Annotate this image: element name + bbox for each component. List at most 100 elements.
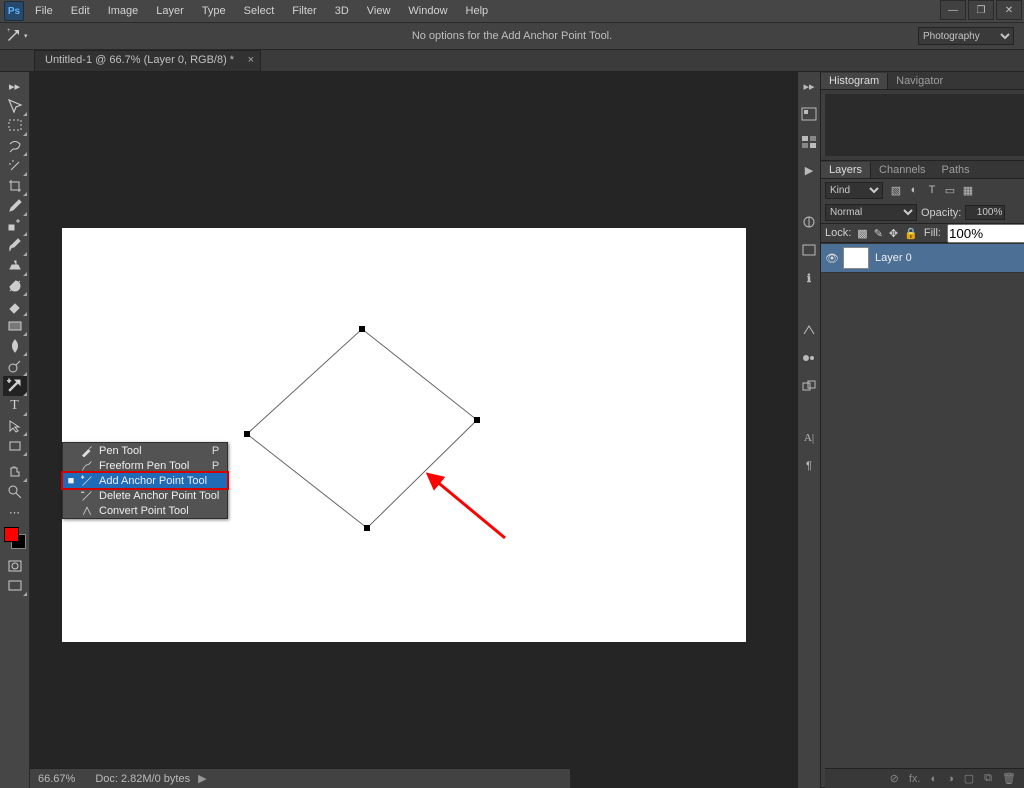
filter-type-icon[interactable]: T bbox=[925, 184, 939, 197]
path-selection-tool[interactable] bbox=[3, 416, 27, 436]
opacity-input[interactable] bbox=[965, 205, 1005, 220]
history-brush-tool[interactable] bbox=[3, 276, 27, 296]
tab-layers[interactable]: Layers bbox=[821, 162, 871, 178]
lasso-tool[interactable] bbox=[3, 136, 27, 156]
document-viewport[interactable]: Pen Tool P Freeform Pen Tool P ■ + Add A… bbox=[30, 72, 797, 788]
layer-filter-kind[interactable]: Kind bbox=[825, 182, 883, 199]
adjustment-layer-icon[interactable]: ◑ bbox=[947, 773, 954, 785]
lock-position-icon[interactable]: ✥ bbox=[889, 227, 898, 240]
menu-help[interactable]: Help bbox=[459, 2, 496, 20]
flyout-delete-anchor-point-tool[interactable]: − Delete Anchor Point Tool bbox=[63, 488, 227, 503]
paragraph-panel-icon[interactable]: ¶ bbox=[798, 456, 820, 476]
close-tab-icon[interactable]: × bbox=[248, 54, 254, 66]
flyout-freeform-pen-tool[interactable]: Freeform Pen Tool P bbox=[63, 458, 227, 473]
zoom-tool[interactable] bbox=[3, 482, 27, 502]
tab-navigator[interactable]: Navigator bbox=[888, 73, 951, 89]
brush-tool[interactable] bbox=[3, 236, 27, 256]
menu-filter[interactable]: Filter bbox=[285, 2, 323, 20]
link-layers-icon[interactable]: ⊘ bbox=[890, 772, 899, 785]
window-minimize-button[interactable]: — bbox=[940, 0, 966, 20]
blur-tool[interactable] bbox=[3, 336, 27, 356]
filter-smart-icon[interactable]: ▦ bbox=[961, 184, 975, 197]
menu-window[interactable]: Window bbox=[401, 2, 454, 20]
adjustments-panel-icon[interactable] bbox=[798, 212, 820, 232]
svg-text:+: + bbox=[81, 475, 84, 481]
crop-tool[interactable] bbox=[3, 176, 27, 196]
actions-panel-icon[interactable]: ▶ bbox=[798, 160, 820, 180]
new-layer-icon[interactable]: ⧉ bbox=[984, 772, 992, 785]
tab-histogram[interactable]: Histogram bbox=[821, 73, 888, 89]
double-arrow-icon[interactable]: ▸▸ bbox=[3, 76, 27, 96]
clone-source-panel-icon[interactable] bbox=[798, 376, 820, 396]
foreground-color-swatch[interactable] bbox=[4, 527, 19, 542]
new-group-icon[interactable]: ▢ bbox=[964, 772, 974, 785]
visibility-eye-icon[interactable]: 👁 bbox=[821, 252, 843, 265]
eraser-tool[interactable] bbox=[3, 296, 27, 316]
rectangle-tool[interactable] bbox=[3, 436, 27, 456]
lock-pixels-icon[interactable]: ✎ bbox=[874, 227, 883, 240]
lock-all-icon[interactable]: 🔒 bbox=[904, 227, 918, 240]
layer-thumbnail[interactable] bbox=[843, 247, 869, 269]
gradient-tool[interactable] bbox=[3, 316, 27, 336]
brush-settings-panel-icon[interactable] bbox=[798, 320, 820, 340]
pen-tool[interactable]: + bbox=[3, 376, 27, 396]
app-logo: Ps bbox=[4, 1, 24, 21]
lock-transparency-icon[interactable]: ▩ bbox=[857, 227, 867, 240]
flyout-pen-tool[interactable]: Pen Tool P bbox=[63, 443, 227, 458]
magic-wand-tool[interactable] bbox=[3, 156, 27, 176]
screen-mode-icon[interactable] bbox=[3, 576, 27, 596]
eyedropper-tool[interactable] bbox=[3, 196, 27, 216]
flyout-add-anchor-point-tool[interactable]: ■ + Add Anchor Point Tool bbox=[62, 472, 228, 489]
canvas[interactable] bbox=[62, 228, 746, 642]
clone-stamp-tool[interactable] bbox=[3, 256, 27, 276]
color-panel-icon[interactable] bbox=[798, 104, 820, 124]
filter-pixel-icon[interactable]: ▧ bbox=[889, 184, 903, 197]
window-restore-button[interactable]: ❐ bbox=[968, 0, 994, 20]
document-tab[interactable]: Untitled-1 @ 66.7% (Layer 0, RGB/8) * × bbox=[34, 50, 261, 71]
edit-toolbar-icon[interactable]: ⋯ bbox=[3, 502, 27, 522]
quick-mask-icon[interactable] bbox=[3, 556, 27, 576]
workspace-selector[interactable]: Photography bbox=[918, 27, 1014, 45]
type-tool[interactable]: T bbox=[3, 396, 27, 416]
hand-tool[interactable] bbox=[3, 462, 27, 482]
menu-type[interactable]: Type bbox=[195, 2, 233, 20]
menu-select[interactable]: Select bbox=[237, 2, 282, 20]
delete-layer-icon[interactable]: 🗑 bbox=[1002, 772, 1016, 785]
healing-brush-tool[interactable] bbox=[3, 216, 27, 236]
menu-3d[interactable]: 3D bbox=[328, 2, 356, 20]
swatches-panel-icon[interactable] bbox=[798, 132, 820, 152]
tab-channels[interactable]: Channels bbox=[871, 162, 933, 178]
status-play-icon[interactable]: ▶ bbox=[198, 772, 206, 785]
filter-shape-icon[interactable]: ▭ bbox=[943, 184, 957, 197]
expand-panels-icon[interactable]: ▸▸ bbox=[798, 76, 820, 96]
layer-row[interactable]: 👁 Layer 0 bbox=[821, 243, 1024, 273]
menu-edit[interactable]: Edit bbox=[64, 2, 97, 20]
styles-panel-icon[interactable] bbox=[798, 240, 820, 260]
filter-adjust-icon[interactable]: ◐ bbox=[907, 184, 921, 197]
menu-view[interactable]: View bbox=[360, 2, 398, 20]
blend-mode-select[interactable]: Normal bbox=[825, 204, 917, 221]
fill-input[interactable] bbox=[947, 224, 1024, 243]
add-mask-icon[interactable]: ◐ bbox=[930, 773, 937, 785]
move-tool[interactable] bbox=[3, 96, 27, 116]
color-swatches[interactable] bbox=[3, 526, 27, 550]
info-panel-icon[interactable]: ℹ bbox=[798, 268, 820, 288]
flyout-convert-point-tool[interactable]: Convert Point Tool bbox=[63, 503, 227, 518]
layers-panel: Layers Channels Paths ≡ Kind ▧ ◐ T ▭ ▦ bbox=[821, 161, 1024, 788]
layers-panel-footer: ⊘ fx. ◐ ◑ ▢ ⧉ 🗑 bbox=[825, 768, 1024, 788]
character-panel-icon[interactable]: A| bbox=[798, 428, 820, 448]
status-zoom[interactable]: 66.67% bbox=[38, 773, 75, 785]
status-doc-size[interactable]: Doc: 2.82M/0 bytes bbox=[95, 773, 190, 785]
dodge-tool[interactable] bbox=[3, 356, 27, 376]
document-tabs: Untitled-1 @ 66.7% (Layer 0, RGB/8) * × bbox=[0, 50, 1024, 72]
layer-name[interactable]: Layer 0 bbox=[875, 252, 912, 264]
window-close-button[interactable]: ✕ bbox=[996, 0, 1022, 20]
menu-file[interactable]: File bbox=[28, 2, 60, 20]
tab-paths[interactable]: Paths bbox=[934, 162, 978, 178]
marquee-tool[interactable] bbox=[3, 116, 27, 136]
current-tool-display[interactable]: + ▾ bbox=[0, 28, 28, 44]
brushes-panel-icon[interactable] bbox=[798, 348, 820, 368]
layer-fx-icon[interactable]: fx. bbox=[909, 773, 921, 785]
menu-layer[interactable]: Layer bbox=[149, 2, 191, 20]
menu-image[interactable]: Image bbox=[101, 2, 146, 20]
